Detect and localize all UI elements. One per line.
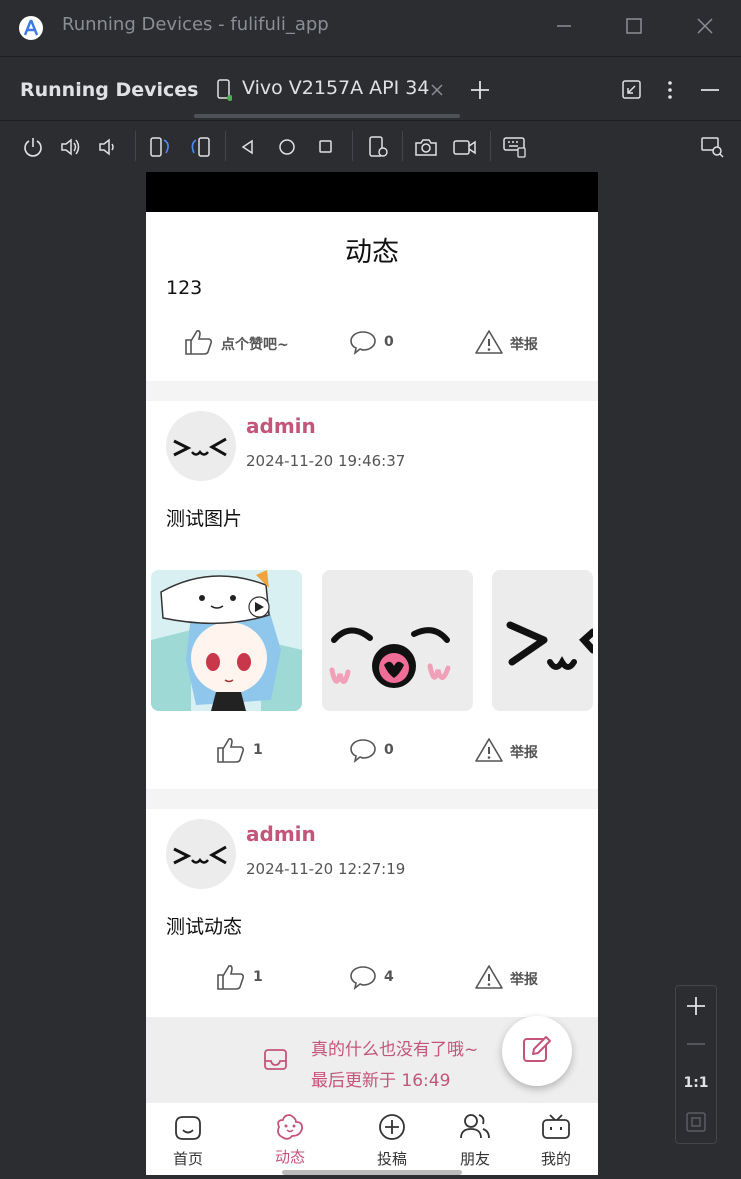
- nav-item-post[interactable]: 投稿: [362, 1103, 422, 1173]
- power-icon[interactable]: [22, 136, 44, 158]
- home-face-icon: [173, 1114, 203, 1142]
- android-studio-logo-icon: [18, 15, 44, 41]
- comment-count[interactable]: 4: [384, 969, 394, 985]
- restore-layout-icon[interactable]: [621, 79, 643, 101]
- compose-button[interactable]: [502, 1016, 572, 1086]
- footer-message: 真的什么也没有了哦~: [311, 1040, 479, 1060]
- post-image-happy-face[interactable]: [322, 570, 473, 711]
- comment-count[interactable]: 0: [384, 334, 394, 350]
- like-count[interactable]: 1: [253, 742, 263, 758]
- comment-icon[interactable]: [349, 329, 377, 355]
- device-explorer-icon[interactable]: [700, 135, 726, 159]
- tool-window-title: Running Devices: [20, 79, 199, 101]
- footer-last-updated: 最后更新于 16:49: [311, 1071, 451, 1091]
- zoom-in-icon[interactable]: [685, 995, 707, 1017]
- report-icon[interactable]: [474, 328, 504, 356]
- back-icon[interactable]: [239, 138, 257, 156]
- comment-icon[interactable]: [349, 737, 377, 763]
- rotate-left-icon[interactable]: [149, 136, 173, 158]
- comment-count[interactable]: 0: [384, 742, 394, 758]
- tool-window-header: Running Devices Vivo V2157A API 34: [0, 56, 741, 121]
- more-options-icon[interactable]: [664, 79, 676, 101]
- post-text: 测试动态: [166, 916, 243, 938]
- status-bar: [146, 172, 598, 212]
- zoom-controls: 1:1: [675, 985, 717, 1144]
- toolbar-separator: [352, 131, 353, 161]
- report-label[interactable]: 举报: [510, 334, 538, 354]
- nav-label: 投稿: [376, 1150, 407, 1168]
- bottom-navigation: 首页 动态 投稿 朋友 我的: [146, 1103, 598, 1175]
- report-label[interactable]: 举报: [510, 742, 538, 762]
- comment-icon[interactable]: [349, 964, 377, 990]
- screenshot-icon[interactable]: [414, 136, 438, 158]
- report-icon[interactable]: [474, 963, 504, 991]
- nav-item-mine[interactable]: 我的: [526, 1103, 586, 1173]
- add-device-icon[interactable]: [469, 79, 491, 101]
- edit-icon: [521, 1034, 553, 1066]
- keyboard-icon[interactable]: [502, 135, 528, 159]
- active-tab-indicator: [194, 114, 460, 118]
- toolbar-separator: [225, 131, 226, 161]
- like-count[interactable]: 1: [253, 969, 263, 985]
- nav-label: 我的: [540, 1150, 571, 1168]
- gesture-bar: [282, 1170, 462, 1175]
- like-icon[interactable]: [184, 328, 214, 356]
- device-tab-label[interactable]: Vivo V2157A API 34: [242, 77, 429, 99]
- volume-down-icon[interactable]: [97, 136, 119, 158]
- friends-icon: [459, 1112, 491, 1140]
- close-tab-icon[interactable]: [430, 83, 444, 97]
- nav-item-friends[interactable]: 朋友: [445, 1103, 505, 1173]
- dynamic-icon: [274, 1112, 306, 1142]
- phone-screen[interactable]: 动态 123 点个赞吧~ 0 举报 admin 2024-11-20 19:46…: [146, 172, 598, 1175]
- post-username[interactable]: admin: [246, 414, 316, 438]
- like-icon[interactable]: [216, 963, 246, 991]
- page-title: 动态: [345, 237, 399, 268]
- overview-icon[interactable]: [317, 138, 335, 156]
- zoom-out-icon[interactable]: [685, 1033, 707, 1055]
- like-label[interactable]: 点个赞吧~: [221, 334, 289, 354]
- add-circle-icon: [378, 1113, 406, 1141]
- device-settings-icon[interactable]: [368, 135, 390, 159]
- hide-panel-icon[interactable]: [699, 79, 721, 101]
- nav-label: 朋友: [459, 1150, 490, 1168]
- nav-item-dynamic[interactable]: 动态: [260, 1103, 320, 1173]
- zoom-actual-size[interactable]: 1:1: [676, 1075, 716, 1091]
- toolbar-separator: [490, 131, 491, 161]
- rotate-right-icon[interactable]: [188, 136, 212, 158]
- inbox-icon: [263, 1047, 289, 1073]
- nav-label: 动态: [274, 1148, 305, 1166]
- nav-label: 首页: [172, 1150, 203, 1168]
- window-title: Running Devices - fulifuli_app: [62, 14, 329, 35]
- post-text: 测试图片: [166, 508, 243, 530]
- like-icon[interactable]: [216, 736, 246, 764]
- window-titlebar: Running Devices - fulifuli_app: [0, 0, 741, 56]
- post-time: 2024-11-20 19:46:37: [246, 452, 406, 470]
- post-time: 2024-11-20 12:27:19: [246, 860, 406, 878]
- report-label[interactable]: 举报: [510, 969, 538, 989]
- avatar[interactable]: [166, 819, 236, 889]
- phone-device-icon: [216, 79, 232, 101]
- post-image-squint-face[interactable]: [492, 570, 593, 711]
- report-icon[interactable]: [474, 736, 504, 764]
- volume-up-icon[interactable]: [59, 136, 83, 158]
- nav-item-home[interactable]: 首页: [158, 1103, 218, 1173]
- post-image-anime-girl[interactable]: [151, 570, 302, 711]
- toolbar-separator: [135, 131, 136, 161]
- post-text: 123: [166, 277, 203, 299]
- toolbar-separator: [402, 131, 403, 161]
- zoom-fit-icon[interactable]: [685, 1111, 707, 1133]
- minimize-icon[interactable]: [554, 16, 574, 36]
- home-icon[interactable]: [277, 137, 297, 157]
- post-username[interactable]: admin: [246, 822, 316, 846]
- screen-record-icon[interactable]: [452, 136, 478, 158]
- tv-icon: [541, 1112, 571, 1140]
- close-window-icon[interactable]: [695, 16, 715, 36]
- maximize-icon[interactable]: [624, 16, 644, 36]
- avatar[interactable]: [166, 411, 236, 481]
